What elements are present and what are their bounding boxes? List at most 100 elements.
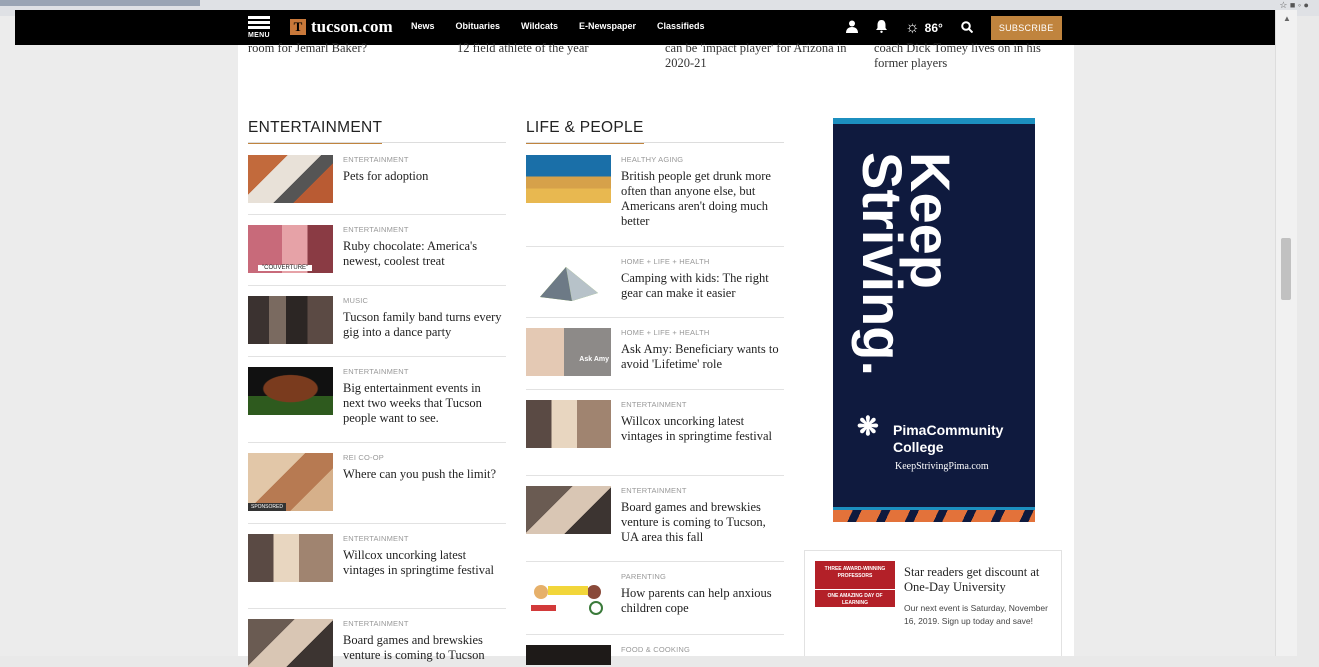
subscribe-button[interactable]: SUBSCRIBE (990, 16, 1062, 40)
promo-card[interactable]: THREE AWARD-WINNING PROFESSORS ONE AMAZI… (804, 550, 1062, 656)
section-rule (248, 142, 506, 143)
divider (248, 285, 506, 286)
ask-amy-thumbnail[interactable]: Ask Amy (526, 328, 611, 376)
chocolate-thumbnail[interactable]: "COUVERTURE" (248, 225, 333, 273)
promo-title[interactable]: Star readers get discount at One-Day Uni… (904, 565, 1059, 595)
band-thumbnail[interactable] (248, 296, 333, 344)
item-category: ENTERTAINMENT (343, 367, 409, 376)
scrollbar-thumb[interactable] (1281, 238, 1291, 300)
item-title[interactable]: Board games and brewskies venture is com… (621, 500, 781, 545)
promo-description: Our next event is Saturday, November 16,… (904, 603, 1048, 626)
item-title[interactable]: Camping with kids: The right gear can ma… (621, 271, 781, 301)
nav-link-wildcats[interactable]: Wildcats (521, 21, 558, 31)
ad-headline-striving: Striving. (851, 152, 914, 377)
scroll-up-arrow-icon[interactable]: ▲ (1283, 14, 1291, 23)
item-category: MUSIC (343, 296, 369, 305)
weather-widget[interactable]: ☼ 86° (905, 19, 943, 37)
item-title[interactable]: Willcox uncorking latest vintages in spr… (621, 414, 781, 444)
item-category: HOME + LIFE + HEALTH (621, 257, 710, 266)
item-title[interactable]: Big entertainment events in next two wee… (343, 381, 503, 426)
divider (248, 608, 506, 609)
user-icon[interactable] (846, 20, 858, 36)
parenting-thumbnail[interactable] (526, 572, 611, 620)
item-category: HOME + LIFE + HEALTH (621, 328, 710, 337)
item-title[interactable]: Ask Amy: Beneficiary wants to avoid 'Lif… (621, 342, 781, 372)
boardgames-thumbnail[interactable] (248, 619, 333, 667)
parenting-illustration (531, 585, 603, 615)
item-title[interactable]: Willcox uncorking latest vintages in spr… (343, 548, 503, 578)
main-content: room for Jemarl Baker? 12 field athlete … (238, 41, 1074, 667)
nav-link-classifieds[interactable]: Classifieds (657, 21, 705, 31)
divider (526, 561, 784, 562)
browser-toolbar-icons[interactable]: ☆ ■ ◦ ● (1279, 0, 1309, 10)
sponsored-badge: SPONSORED (248, 503, 286, 511)
entertainment-heading[interactable]: ENTERTAINMENT (248, 119, 383, 144)
promo-image-text-1: THREE AWARD-WINNING PROFESSORS (824, 566, 886, 579)
site-logo[interactable]: T tucson.com (290, 17, 393, 37)
prev-headline-4[interactable]: coach Dick Tomey lives on in his former … (874, 41, 1064, 71)
promo-image[interactable]: THREE AWARD-WINNING PROFESSORS ONE AMAZI… (815, 561, 895, 607)
divider (526, 389, 784, 390)
menu-button[interactable]: MENU (248, 14, 272, 42)
logo-text: tucson.com (311, 17, 393, 36)
nav-links: News Obituaries Wildcats E-Newspaper Cla… (411, 21, 726, 31)
page-scrollbar[interactable]: ▲ (1275, 10, 1297, 656)
nav-utilities: ☼ 86° SUBSCRIBE (846, 15, 1062, 41)
divider (526, 634, 784, 635)
ad-url: KeepStrivingPima.com (895, 461, 989, 472)
page: ☆ ■ ◦ ● MENU T tucson.com News Obituarie… (0, 0, 1319, 667)
item-title[interactable]: Tucson family band turns every gig into … (343, 310, 503, 340)
item-title[interactable]: Board games and brewskies venture is com… (343, 633, 503, 663)
item-category: ENTERTAINMENT (621, 400, 687, 409)
nav-link-e-newspaper[interactable]: E-Newspaper (579, 21, 636, 31)
drinks-thumbnail[interactable] (526, 155, 611, 203)
search-icon[interactable] (961, 20, 974, 36)
pets-thumbnail[interactable] (248, 155, 333, 203)
tent-icon (540, 267, 598, 301)
section-rule (526, 142, 784, 143)
item-title[interactable]: How parents can help anxious children co… (621, 586, 781, 616)
item-category: HEALTHY AGING (621, 155, 684, 164)
item-title[interactable]: Pets for adoption (343, 169, 503, 184)
bell-icon[interactable] (876, 20, 887, 36)
promo-image-text-2: ONE AMAZING DAY OF LEARNING (815, 589, 895, 606)
divider (248, 214, 506, 215)
item-title[interactable]: Where can you push the limit? (343, 467, 503, 482)
prev-headline-2[interactable]: 12 field athlete of the year (457, 41, 647, 56)
divider (526, 475, 784, 476)
wine-thumbnail[interactable] (248, 534, 333, 582)
nav-link-news[interactable]: News (411, 21, 435, 31)
sponsored-thumbnail[interactable]: SPONSORED (248, 453, 333, 511)
ask-amy-label: Ask Amy (579, 356, 609, 363)
food-thumbnail[interactable] (526, 645, 611, 665)
item-title[interactable]: British people get drunk more often than… (621, 169, 781, 229)
football-thumbnail[interactable] (248, 367, 333, 415)
pima-college-ad[interactable]: Keep Striving. ❋ PimaCommunity College K… (833, 118, 1035, 522)
item-title[interactable]: Ruby chocolate: America's newest, cooles… (343, 239, 503, 269)
item-category: ENTERTAINMENT (343, 534, 409, 543)
temperature: 86° (924, 21, 943, 35)
life-people-heading[interactable]: LIFE & PEOPLE (526, 119, 644, 144)
prev-headline-3[interactable]: can be 'impact player' for Arizona in 20… (665, 41, 855, 71)
item-category: ENTERTAINMENT (343, 155, 409, 164)
nav-link-obituaries[interactable]: Obituaries (456, 21, 501, 31)
site-navbar: MENU T tucson.com News Obituaries Wildca… (15, 10, 1297, 45)
divider (248, 356, 506, 357)
ad-bottom-stripes (833, 510, 1035, 522)
hamburger-icon (248, 16, 270, 19)
wine-thumbnail[interactable] (526, 400, 611, 448)
tent-thumbnail[interactable] (526, 257, 611, 305)
item-category: REI CO-OP (343, 453, 384, 462)
divider (526, 317, 784, 318)
menu-label: MENU (248, 32, 270, 39)
boardgames-thumbnail[interactable] (526, 486, 611, 534)
logo-mark: T (290, 19, 306, 35)
item-category: ENTERTAINMENT (343, 619, 409, 628)
snowflake-icon: ❋ (857, 411, 879, 441)
divider (526, 246, 784, 247)
browser-tab-strip[interactable] (0, 0, 200, 6)
divider (248, 442, 506, 443)
item-category: PARENTING (621, 572, 666, 581)
item-category: FOOD & COOKING (621, 645, 691, 654)
prev-headline-1[interactable]: room for Jemarl Baker? (248, 41, 438, 56)
